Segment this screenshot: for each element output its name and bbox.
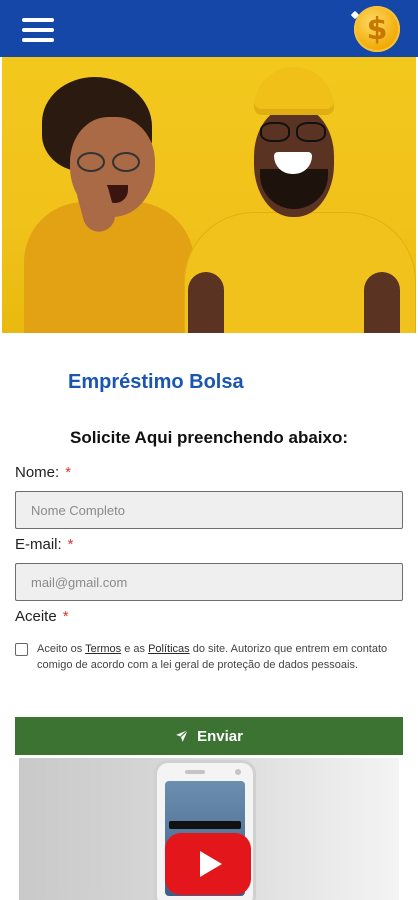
required-mark: * <box>67 536 74 553</box>
consent-text: Aceito os Termos e as Políticas do site.… <box>37 641 403 673</box>
accept-label-text: Aceite <box>15 608 57 625</box>
email-label: E-mail: * <box>15 536 74 553</box>
man-beanie <box>254 67 334 115</box>
email-input[interactable] <box>15 563 403 601</box>
consent-checkbox[interactable] <box>15 643 28 656</box>
hamburger-menu-icon[interactable] <box>22 18 54 42</box>
email-label-text: E-mail: <box>15 536 62 553</box>
man-arm-left <box>188 272 224 333</box>
phone-speaker <box>185 770 205 774</box>
submit-button[interactable]: Enviar <box>15 717 403 755</box>
accept-label: Aceite * <box>15 608 69 625</box>
paper-plane-icon <box>176 729 189 742</box>
phone-camera <box>235 769 241 775</box>
youtube-play-icon[interactable] <box>165 833 251 895</box>
hero-image <box>2 57 416 333</box>
terms-link[interactable]: Termos <box>85 643 121 655</box>
required-mark: * <box>62 608 69 625</box>
man-arm-right <box>364 272 400 333</box>
name-label: Nome: * <box>15 464 71 481</box>
video-thumbnail[interactable] <box>19 758 399 900</box>
man-glasses-left <box>260 122 290 142</box>
dollar-coin-icon[interactable]: $ <box>354 6 400 52</box>
phone-screen-bar <box>169 821 241 829</box>
consent-prefix: Aceito os <box>37 643 86 655</box>
policies-link[interactable]: Políticas <box>148 643 190 655</box>
woman-glasses-right <box>112 152 140 172</box>
name-input[interactable] <box>15 491 403 529</box>
man-glasses-right <box>296 122 326 142</box>
top-bar: $ <box>0 0 418 57</box>
name-label-text: Nome: <box>15 464 60 481</box>
woman-glasses-left <box>77 152 105 172</box>
consent-row: Aceito os Termos e as Políticas do site.… <box>15 641 403 673</box>
required-mark: * <box>65 464 72 481</box>
submit-label: Enviar <box>197 727 243 745</box>
page-title: Empréstimo Bolsa <box>68 371 244 393</box>
consent-middle: e as <box>121 643 149 655</box>
form-subtitle: Solicite Aqui preenchendo abaixo: <box>69 428 349 447</box>
